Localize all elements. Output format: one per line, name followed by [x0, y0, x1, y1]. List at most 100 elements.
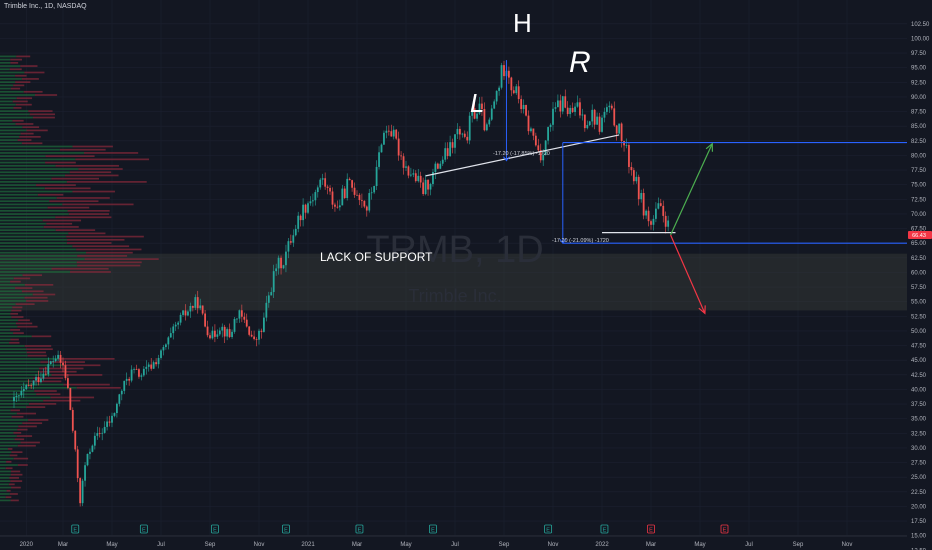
volume-bar-down [20, 132, 34, 135]
volume-bar-up [0, 473, 11, 476]
time-tick-label: Jul [745, 542, 753, 548]
volume-bar-down [15, 81, 31, 83]
volume-bar-up [0, 377, 34, 380]
volume-bar-down [10, 409, 20, 412]
price-tick-label: 65.00 [911, 241, 927, 247]
candle-body [652, 218, 655, 225]
earnings-marker-letter: E [142, 528, 146, 534]
volume-bar-down [27, 354, 47, 357]
price-tick-label: 20.00 [911, 504, 927, 510]
candle-body [640, 193, 643, 200]
current-price-text: 66.43 [912, 233, 926, 239]
candle-body [520, 99, 523, 110]
candle-body [410, 174, 412, 176]
volume-bar-down [16, 97, 33, 100]
volume-bar-down [18, 425, 37, 428]
volume-bar-up [0, 354, 28, 357]
candle-body [81, 480, 84, 504]
measure-bottom-label: -17.20 (-21.09%) -1720 [552, 238, 609, 244]
candle-body [642, 193, 645, 216]
candle-body [289, 241, 292, 243]
price-tick-label: 52.50 [911, 314, 927, 320]
candle-body [449, 142, 451, 157]
volume-bar-down [67, 209, 110, 212]
candle-body [314, 192, 317, 201]
volume-bar-down [29, 113, 55, 116]
candle-body [133, 369, 135, 370]
candle-body [84, 465, 86, 481]
volume-bar-down [86, 251, 133, 254]
price-tick-label: 47.50 [911, 344, 927, 350]
candle-body [603, 111, 606, 118]
volume-bar-down [39, 370, 77, 373]
candle-body [106, 421, 108, 427]
volume-bar-down [24, 345, 52, 347]
volume-bar-down [20, 65, 38, 67]
volume-bar-up [0, 435, 17, 437]
candle-body [69, 387, 72, 410]
candle-body [111, 415, 113, 423]
candle-body [49, 361, 52, 365]
price-tick-label: 50.00 [911, 329, 927, 335]
volume-bar-up [0, 58, 11, 61]
volume-bar-up [0, 248, 77, 251]
candle-body [451, 142, 454, 148]
volume-bar-down [78, 168, 123, 170]
candle-body [277, 257, 280, 269]
volume-bar-down [24, 296, 48, 299]
price-tick-label: 30.00 [911, 446, 927, 452]
volume-bar-up [0, 65, 21, 67]
volume-bar-down [10, 61, 19, 64]
volume-bar-down [13, 332, 24, 334]
volume-bar-up [0, 267, 52, 270]
candle-body [245, 319, 248, 327]
volume-bar-up [0, 251, 87, 254]
volume-bar-up [0, 448, 9, 450]
candle-body [182, 310, 184, 315]
candle-body [662, 205, 665, 216]
candle-body [427, 179, 429, 190]
volume-bar-down [59, 148, 106, 151]
volume-bar-up [0, 229, 56, 231]
candle-body [375, 166, 378, 187]
candle-body [209, 335, 211, 339]
candle-body [125, 378, 128, 381]
candle-body [221, 326, 224, 331]
volume-bar-down [15, 303, 35, 306]
volume-bar-down [17, 325, 38, 328]
candle-body [324, 178, 327, 187]
candle-body [385, 130, 388, 133]
volume-bar-up [0, 312, 11, 315]
price-tick-label: 95.00 [911, 66, 927, 72]
candle-body [566, 107, 569, 115]
candle-body [490, 108, 493, 120]
price-tick-label: 85.00 [911, 124, 927, 130]
volume-bar-down [14, 438, 25, 441]
time-tick-label: 2020 [20, 542, 34, 548]
candle-body [64, 365, 67, 379]
candle-body [336, 206, 339, 208]
volume-bar-up [0, 238, 68, 241]
volume-bar-up [0, 87, 11, 90]
price-tick-label: 97.50 [911, 51, 927, 57]
volume-bar-up [0, 245, 73, 248]
time-tick-label: Sep [205, 542, 216, 548]
volume-bar-up [0, 329, 11, 331]
candle-body [615, 125, 618, 134]
volume-bar-up [0, 126, 23, 129]
volume-bar-down [17, 139, 32, 141]
candle-body [363, 200, 366, 207]
price-tick-label: 80.00 [911, 153, 927, 159]
volume-bar-up [0, 164, 56, 167]
volume-bar-up [0, 132, 21, 135]
volume-bar-up [0, 380, 32, 383]
candle-body [223, 326, 226, 337]
volume-bar-up [0, 303, 16, 306]
candle-body [610, 105, 613, 109]
candle-body [91, 445, 94, 452]
price-chart[interactable]: TRMB, 1D Trimble Inc. LACK OF SUPPORT L … [0, 0, 932, 550]
price-tick-label: 55.00 [911, 300, 927, 306]
candle-body [162, 347, 165, 351]
volume-bar-down [65, 174, 119, 177]
time-tick-label: 2022 [595, 542, 609, 548]
